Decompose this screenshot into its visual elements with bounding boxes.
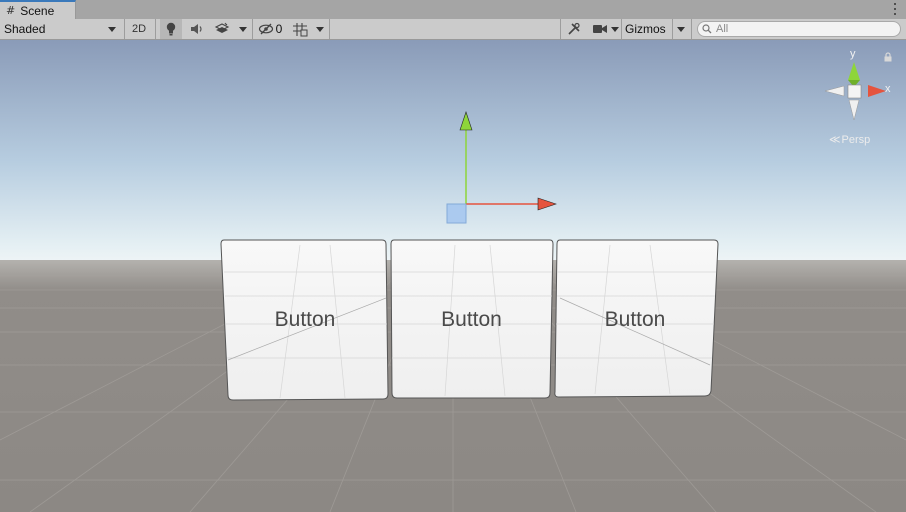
gizmos-label: Gizmos (625, 22, 666, 36)
toggle-audio-button[interactable] (186, 19, 208, 39)
tab-options-menu-icon[interactable] (892, 2, 898, 16)
toggle-grid-button[interactable] (289, 19, 311, 39)
skybox (0, 40, 906, 262)
scene-viewport[interactable]: Button Button Button y x ≪ Persp (0, 40, 906, 512)
gizmo-y-label: y (850, 48, 856, 60)
ui-button-3[interactable]: Button (556, 240, 714, 397)
lock-icon[interactable] (883, 52, 893, 62)
toolbar-divider (560, 19, 561, 39)
ui-button-3-label: Button (604, 308, 666, 331)
toolbar-divider (672, 19, 673, 39)
projection-toggle[interactable]: ≪ Persp (829, 133, 871, 147)
ui-button-2[interactable]: Button (391, 240, 552, 398)
tab-bar: # Scene (0, 0, 906, 19)
chevron-down-icon (316, 26, 324, 32)
xz-plane-handle (446, 203, 467, 224)
toggle-2d-button[interactable]: 2D (127, 19, 151, 39)
toolbar-divider (252, 19, 253, 39)
scene-visibility-toggle[interactable]: 0 (255, 19, 285, 39)
search-icon (702, 24, 712, 34)
toggle-effects-button[interactable] (211, 19, 233, 39)
tab-scene-label: Scene (20, 3, 55, 18)
toolbar-divider (155, 19, 156, 39)
gizmo-x-label: x (885, 83, 891, 95)
tools-icon (568, 22, 580, 35)
projection-label: Persp (841, 133, 871, 146)
shading-mode-label: Shaded (4, 22, 46, 36)
toggle-lighting-button[interactable] (160, 19, 182, 39)
effects-dropdown[interactable] (236, 19, 250, 39)
ui-button-2-label: Button (441, 308, 502, 331)
speaker-icon (191, 24, 202, 34)
chevron-down-icon (239, 26, 247, 32)
toggle-2d-label: 2D (131, 23, 147, 35)
grid-options-dropdown[interactable] (313, 19, 327, 39)
chevron-left-icon: ≪ (829, 134, 841, 146)
search-input[interactable] (716, 23, 886, 35)
camera-icon (592, 25, 607, 33)
scene-tools-button[interactable] (563, 19, 585, 39)
grid-icon (293, 22, 308, 36)
ui-button-1[interactable]: Button (222, 240, 388, 400)
chevron-down-icon (108, 26, 116, 32)
gizmos-toggle-button[interactable]: Gizmos (622, 19, 672, 39)
toolbar-divider (691, 19, 692, 39)
chevron-down-icon (610, 26, 619, 32)
hidden-objects-count: 0 (275, 22, 283, 36)
ui-button-1-label: Button (274, 308, 336, 331)
gizmos-dropdown[interactable] (674, 19, 688, 39)
chevron-down-icon (677, 26, 685, 32)
toolbar-divider (124, 19, 125, 39)
scene-tab-icon: # (6, 4, 16, 17)
scene-toolbar: Shaded 2D 0 Gizmos All (0, 19, 906, 40)
tab-scene[interactable]: # Scene (0, 0, 76, 19)
layers-effects-icon (214, 22, 230, 33)
eye-hidden-icon (258, 23, 273, 35)
camera-settings-dropdown[interactable] (590, 19, 620, 39)
shading-mode-dropdown[interactable]: Shaded (0, 19, 122, 39)
hierarchy-search-field[interactable] (697, 21, 901, 37)
toolbar-divider (329, 19, 330, 39)
lightbulb-icon (166, 22, 176, 36)
